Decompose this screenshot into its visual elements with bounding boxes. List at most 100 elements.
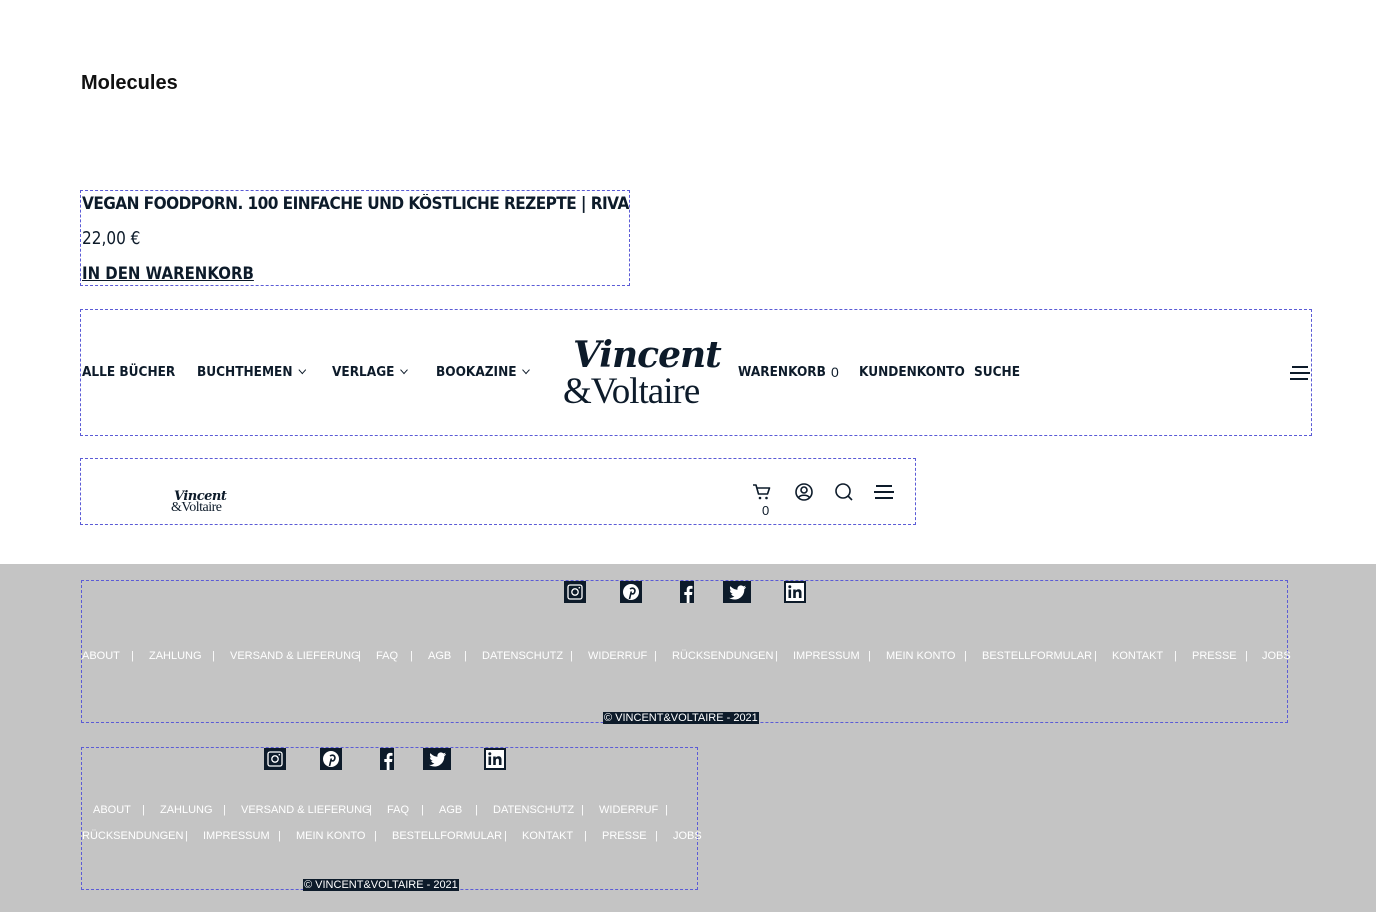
footer-separator: | — [775, 650, 778, 662]
footer-link-impressum[interactable]: IMPRESSUM — [793, 650, 860, 662]
footer-separator: | — [1245, 650, 1248, 662]
footer-separator: | — [655, 830, 658, 842]
footer-link-jobs[interactable]: JOBS — [1262, 650, 1291, 662]
twitter-icon[interactable] — [723, 580, 751, 604]
footer-link-datenschutz[interactable]: DATENSCHUTZ — [493, 804, 574, 816]
footer-link-bestellformular[interactable]: BESTELLFORMULAR — [392, 830, 502, 842]
footer-separator: | — [581, 804, 584, 816]
footer-link-kontakt[interactable]: KONTAKT — [1112, 650, 1163, 662]
footer-link-ruecksendungen[interactable]: RÜCKSENDUNGEN — [672, 650, 773, 662]
facebook-icon[interactable] — [675, 580, 699, 604]
footer-link-zahlung[interactable]: ZAHLUNG — [149, 650, 202, 662]
linkedin-icon[interactable] — [483, 747, 507, 771]
footer-separator: | — [358, 650, 361, 662]
footer-separator: | — [421, 804, 424, 816]
footer-separator: | — [1174, 650, 1177, 662]
footer-link-widerruf[interactable]: WIDERRUF — [588, 650, 647, 662]
footer-link-about[interactable]: ABOUT — [93, 804, 131, 816]
chevron-down-icon — [400, 365, 409, 375]
footer-link-faq[interactable]: FAQ — [387, 804, 409, 816]
page-title: Molecules — [81, 72, 178, 94]
footer-separator: | — [570, 650, 573, 662]
footer-link-versand[interactable]: VERSAND & LIEFERUNG — [241, 804, 371, 816]
site-logo[interactable]: Vincent &Voltaire — [563, 334, 722, 412]
footer-link-zahlung[interactable]: ZAHLUNG — [160, 804, 213, 816]
search-icon[interactable] — [833, 481, 855, 503]
footer-separator: | — [369, 804, 372, 816]
footer-link-faq[interactable]: FAQ — [376, 650, 398, 662]
footer-link-presse[interactable]: PRESSE — [602, 830, 647, 842]
footer-link-presse[interactable]: PRESSE — [1192, 650, 1237, 662]
facebook-icon[interactable] — [375, 747, 399, 771]
nav-verlage[interactable]: VERLAGE — [332, 364, 409, 380]
mobile-site-logo[interactable]: Vincent &Voltaire — [171, 489, 227, 517]
nav-kundenkonto[interactable]: KUNDENKONTO — [859, 364, 965, 380]
pinterest-icon[interactable] — [619, 580, 643, 604]
footer-separator: | — [185, 830, 188, 842]
cart-icon[interactable] — [751, 481, 773, 503]
product-card: VEGAN FOODPORN. 100 EINFACHE UND KÖSTLIC… — [80, 190, 630, 286]
logo-line-2: &Voltaire — [563, 371, 700, 412]
footer-link-agb[interactable]: AGB — [439, 804, 462, 816]
nav-label: VERLAGE — [332, 364, 395, 380]
instagram-icon[interactable] — [263, 747, 287, 771]
footer-link-versand[interactable]: VERSAND & LIEFERUNG — [230, 650, 360, 662]
nav-buchthemen[interactable]: BUCHTHEMEN — [197, 364, 307, 380]
nav-suche[interactable]: SUCHE — [974, 364, 1020, 380]
footer-separator: | — [278, 830, 281, 842]
cart-count: 0 — [831, 364, 839, 380]
footer-link-ruecksendungen[interactable]: RÜCKSENDUNGEN — [82, 830, 183, 842]
add-to-cart-button[interactable]: IN DEN WARENKORB — [82, 264, 254, 284]
footer-separator: | — [131, 650, 134, 662]
copyright: © VINCENT&VOLTAIRE - 2021 — [603, 712, 759, 724]
nav-bookazine[interactable]: BOOKAZINE — [436, 364, 531, 380]
footer-link-mein-konto[interactable]: MEIN KONTO — [296, 830, 365, 842]
footer-link-impressum[interactable]: IMPRESSUM — [203, 830, 270, 842]
account-icon[interactable] — [793, 481, 815, 503]
chevron-down-icon — [522, 365, 531, 375]
hamburger-icon[interactable] — [1290, 364, 1310, 382]
footer-link-widerruf[interactable]: WIDERRUF — [599, 804, 658, 816]
linkedin-icon[interactable] — [783, 580, 807, 604]
twitter-icon[interactable] — [423, 747, 451, 771]
footer-link-agb[interactable]: AGB — [428, 650, 451, 662]
social-links — [563, 580, 823, 606]
nav-warenkorb[interactable]: WARENKORB — [738, 364, 826, 380]
footer-separator: | — [142, 804, 145, 816]
footer-separator: | — [654, 650, 657, 662]
footer-mobile: ABOUT | ZAHLUNG | VERSAND & LIEFERUNG | … — [81, 747, 702, 891]
instagram-icon[interactable] — [563, 580, 587, 604]
footer-link-jobs[interactable]: JOBS — [673, 830, 702, 842]
footer-separator: | — [964, 650, 967, 662]
footer-separator: | — [464, 650, 467, 662]
nav-label: ALLE BÜCHER — [82, 364, 176, 380]
hamburger-icon[interactable] — [873, 481, 895, 503]
copyright: © VINCENT&VOLTAIRE - 2021 — [303, 879, 459, 891]
nav-alle-buecher[interactable]: ALLE BÜCHER — [82, 364, 175, 380]
mobile-cart-count: 0 — [762, 503, 770, 518]
footer-link-bestellformular[interactable]: BESTELLFORMULAR — [982, 650, 1092, 662]
footer-desktop: ABOUT | ZAHLUNG | VERSAND & LIEFERUNG | … — [81, 580, 1291, 724]
footer-link-kontakt[interactable]: KONTAKT — [522, 830, 573, 842]
logo-line-2: &Voltaire — [171, 500, 222, 515]
chevron-down-icon — [298, 365, 307, 375]
footer-separator: | — [374, 830, 377, 842]
desktop-header: ALLE BÜCHER BUCHTHEMEN VERLAGE BOOKAZINE… — [80, 309, 1312, 436]
footer-separator: | — [665, 804, 668, 816]
footer-separator: | — [475, 804, 478, 816]
footer-separator: | — [212, 650, 215, 662]
product-price: 22,00 € — [82, 228, 141, 249]
footer-link-about[interactable]: ABOUT — [82, 650, 120, 662]
nav-label: BUCHTHEMEN — [197, 364, 293, 380]
mobile-header: Vincent &Voltaire 0 — [80, 458, 916, 525]
nav-label: BOOKAZINE — [436, 364, 517, 380]
pinterest-icon[interactable] — [319, 747, 343, 771]
footer-link-datenschutz[interactable]: DATENSCHUTZ — [482, 650, 563, 662]
footer-separator: | — [223, 804, 226, 816]
footer-separator: | — [584, 830, 587, 842]
footer-link-mein-konto[interactable]: MEIN KONTO — [886, 650, 955, 662]
product-title[interactable]: VEGAN FOODPORN. 100 EINFACHE UND KÖSTLIC… — [82, 194, 629, 213]
footer-separator: | — [504, 830, 507, 842]
footer-separator: | — [1094, 650, 1097, 662]
footer-separator: | — [868, 650, 871, 662]
